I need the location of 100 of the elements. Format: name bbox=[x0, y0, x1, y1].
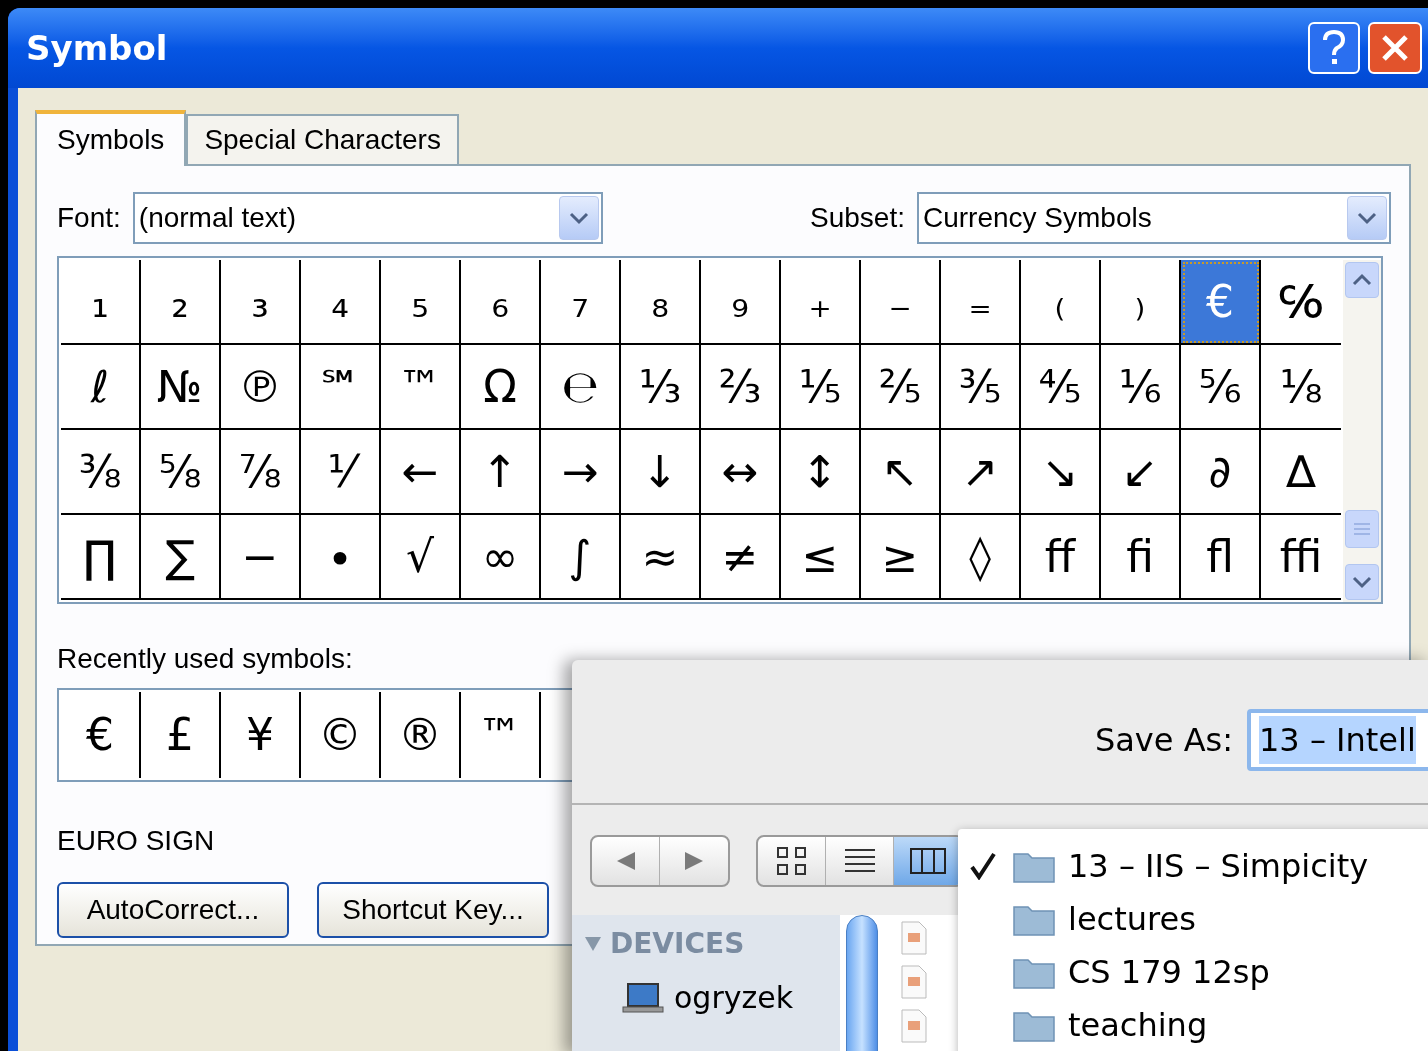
list-view-icon bbox=[843, 847, 876, 875]
dropdown-button[interactable] bbox=[558, 196, 599, 240]
symbol-cell[interactable]: ₃ bbox=[221, 260, 301, 345]
symbol-cell[interactable]: ⅟ bbox=[301, 430, 381, 515]
grip-icon bbox=[1354, 522, 1370, 536]
menu-item[interactable]: teaching bbox=[958, 998, 1428, 1051]
symbol-cell[interactable]: € bbox=[1181, 260, 1261, 345]
symbol-cell[interactable]: ₂ bbox=[141, 260, 221, 345]
menu-item[interactable]: 13 – IIS – Simpicity bbox=[958, 839, 1428, 892]
symbol-cell[interactable]: √ bbox=[381, 515, 461, 600]
symbol-cell[interactable]: ≥ bbox=[861, 515, 941, 600]
symbol-cell[interactable]: ₇ bbox=[541, 260, 621, 345]
scrollbar[interactable] bbox=[1343, 260, 1381, 602]
symbol-cell[interactable]: ⅙ bbox=[1101, 345, 1181, 430]
symbol-cell[interactable]: ↙ bbox=[1101, 430, 1181, 515]
symbol-cell[interactable]: ⅘ bbox=[1021, 345, 1101, 430]
symbol-cell[interactable]: ⅔ bbox=[701, 345, 781, 430]
grid-view-icon bbox=[775, 846, 808, 876]
symbol-cell[interactable]: ₈ bbox=[621, 260, 701, 345]
scroll-down-button[interactable] bbox=[1345, 564, 1379, 600]
document-icon bbox=[900, 1009, 928, 1043]
symbol-cell[interactable]: № bbox=[141, 345, 221, 430]
symbol-cell[interactable]: ∞ bbox=[461, 515, 541, 600]
tab[interactable]: Special Characters bbox=[186, 114, 459, 164]
symbol-cell[interactable]: ℅ bbox=[1261, 260, 1341, 345]
symbol-cell[interactable]: ∆ bbox=[1261, 430, 1341, 515]
symbol-cell[interactable]: ₌ bbox=[941, 260, 1021, 345]
symbol-cell[interactable]: ₆ bbox=[461, 260, 541, 345]
symbol-cell[interactable]: ﬀ bbox=[1021, 515, 1101, 600]
file-name-field[interactable]: 13 – Intell bbox=[1247, 708, 1428, 771]
symbol-cell[interactable]: ⅜ bbox=[61, 430, 141, 515]
symbol-cell[interactable]: ∫ bbox=[541, 515, 621, 600]
symbol-cell[interactable]: ₍ bbox=[1021, 260, 1101, 345]
symbol-cell[interactable]: ∏ bbox=[61, 515, 141, 600]
symbol-cell[interactable]: − bbox=[221, 515, 301, 600]
menu-item[interactable]: CS 179 12sp bbox=[958, 945, 1428, 998]
symbol-cell[interactable]: ⅝ bbox=[141, 430, 221, 515]
dropdown-button[interactable] bbox=[1347, 196, 1387, 240]
recent-symbols-label: Recently used symbols: bbox=[57, 642, 354, 676]
symbol-cell[interactable]: ℮ bbox=[541, 345, 621, 430]
scroll-up-button[interactable] bbox=[1345, 262, 1379, 298]
help-button[interactable] bbox=[1308, 22, 1360, 74]
symbol-cell[interactable]: ⅞ bbox=[221, 430, 301, 515]
symbol-cell[interactable]: ₄ bbox=[301, 260, 381, 345]
symbol-cell[interactable]: ≤ bbox=[781, 515, 861, 600]
symbol-cell[interactable]: ≈ bbox=[621, 515, 701, 600]
menu-item[interactable]: lectures bbox=[958, 892, 1428, 945]
symbol-cell[interactable]: ™ bbox=[381, 345, 461, 430]
symbol-cell[interactable]: ↕ bbox=[781, 430, 861, 515]
symbol-cell[interactable]: ⅖ bbox=[861, 345, 941, 430]
save-as-label: Save As: bbox=[1094, 719, 1233, 761]
symbol-cell[interactable]: ﬃ bbox=[1261, 515, 1341, 600]
symbol-cell[interactable]: ⅓ bbox=[621, 345, 701, 430]
chevron-down-icon bbox=[1356, 211, 1378, 225]
symbol-cell[interactable]: ₋ bbox=[861, 260, 941, 345]
symbol-cell[interactable]: ≠ bbox=[701, 515, 781, 600]
tab[interactable]: Symbols bbox=[35, 110, 187, 166]
symbol-cell[interactable]: ﬁ bbox=[1101, 515, 1181, 600]
dialog-button[interactable]: AutoCorrect... bbox=[57, 882, 289, 938]
symbol-cell[interactable]: ℠ bbox=[301, 345, 381, 430]
document-icon bbox=[900, 921, 928, 955]
dropdown-field[interactable]: Currency Symbols bbox=[917, 192, 1391, 244]
symbol-cell[interactable]: ⅗ bbox=[941, 345, 1021, 430]
symbol-cell[interactable]: ∑ bbox=[141, 515, 221, 600]
dialog-button[interactable]: Shortcut Key... bbox=[317, 882, 549, 938]
symbol-cell[interactable]: ↓ bbox=[621, 430, 701, 515]
symbol-cell[interactable]: ﬂ bbox=[1181, 515, 1261, 600]
symbol-cell[interactable]: ◊ bbox=[941, 515, 1021, 600]
symbol-cell[interactable]: ₁ bbox=[61, 260, 141, 345]
symbol-cell[interactable]: ⅕ bbox=[781, 345, 861, 430]
symbol-cell[interactable]: ℓ bbox=[61, 345, 141, 430]
symbol-cell[interactable]: ∙ bbox=[301, 515, 381, 600]
symbol-cell[interactable]: Ω bbox=[461, 345, 541, 430]
right-triangle-icon bbox=[683, 850, 705, 872]
scrollbar-thumb[interactable] bbox=[846, 915, 878, 1051]
symbol-cell[interactable]: ₉ bbox=[701, 260, 781, 345]
symbol-cell[interactable]: ⅚ bbox=[1181, 345, 1261, 430]
symbol-cell[interactable]: ₊ bbox=[781, 260, 861, 345]
symbol-cell[interactable]: ℗ bbox=[221, 345, 301, 430]
symbol-cell[interactable]: ↗ bbox=[941, 430, 1021, 515]
symbol-cell[interactable]: ₅ bbox=[381, 260, 461, 345]
dropdown-field[interactable]: (normal text) bbox=[132, 192, 603, 244]
chevron-down-icon bbox=[567, 211, 590, 225]
symbol-cell[interactable]: → bbox=[541, 430, 621, 515]
symbol-cell[interactable]: ↔ bbox=[701, 430, 781, 515]
scroll-thumb[interactable] bbox=[1345, 510, 1379, 548]
symbol-cell[interactable]: ⅛ bbox=[1261, 345, 1341, 430]
sidebar-item[interactable]: ogryzek bbox=[584, 975, 840, 1020]
symbol-cell[interactable]: ← bbox=[381, 430, 461, 515]
symbol-cell[interactable]: ↘ bbox=[1021, 430, 1101, 515]
symbol-cell[interactable]: ↖ bbox=[861, 430, 941, 515]
field-label: Font: bbox=[57, 201, 121, 235]
field-label: Subset: bbox=[810, 201, 905, 235]
column-view-icon bbox=[909, 848, 946, 874]
close-button[interactable] bbox=[1368, 22, 1422, 74]
symbol-cell[interactable]: ∂ bbox=[1181, 430, 1261, 515]
laptop-icon bbox=[622, 981, 664, 1014]
symbol-cell[interactable]: ↑ bbox=[461, 430, 541, 515]
window-title: Symbol bbox=[26, 26, 168, 70]
close-icon bbox=[1380, 33, 1410, 63]
